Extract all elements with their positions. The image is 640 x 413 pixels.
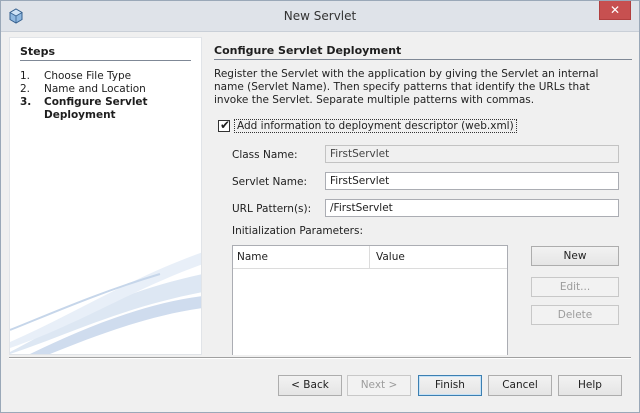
finish-button[interactable]: Finish: [418, 375, 482, 396]
column-header-name[interactable]: Name: [237, 251, 268, 263]
title-bar[interactable]: New Servlet ✕: [1, 1, 639, 32]
table-header: Name Value: [233, 246, 507, 269]
description-text: Register the Servlet with the applicatio…: [214, 68, 599, 106]
window-title: New Servlet: [283, 9, 357, 23]
class-name-label: Class Name:: [232, 149, 298, 161]
url-pattern-field[interactable]: /FirstServlet: [325, 199, 619, 217]
steps-panel: Steps 1. Choose File Type 2. Name and Lo…: [9, 37, 202, 355]
decorative-swoosh-graphic: [10, 252, 201, 354]
new-servlet-dialog: New Servlet ✕ Steps 1. Choose File Type …: [0, 0, 640, 413]
checkbox-label[interactable]: Add information to deployment descriptor…: [234, 119, 517, 133]
class-name-field: FirstServlet: [325, 145, 619, 163]
servlet-name-label: Servlet Name:: [232, 176, 308, 188]
back-button[interactable]: < Back: [278, 375, 342, 396]
column-divider: [369, 246, 370, 268]
help-button[interactable]: Help: [558, 375, 622, 396]
step-number: 3.: [20, 96, 32, 108]
section-title: Configure Servlet Deployment: [214, 44, 402, 57]
configuration-panel: Configure Servlet Deployment Register th…: [204, 37, 632, 355]
close-button[interactable]: ✕: [599, 1, 631, 20]
step-label: Name and Location: [44, 83, 146, 95]
url-pattern-label: URL Pattern(s):: [232, 203, 312, 215]
servlet-name-field[interactable]: FirstServlet: [325, 172, 619, 190]
footer-divider-highlight: [9, 358, 631, 359]
checkmark-icon: ✔: [220, 118, 231, 132]
step-label: Choose File Type: [44, 70, 132, 82]
next-button[interactable]: Next >: [347, 375, 411, 396]
init-params-label: Initialization Parameters:: [232, 225, 364, 237]
edit-param-button[interactable]: Edit...: [531, 277, 619, 297]
step-number: 2.: [20, 83, 31, 95]
new-param-button[interactable]: New: [531, 246, 619, 266]
cancel-button[interactable]: Cancel: [488, 375, 552, 396]
close-icon: ✕: [609, 3, 621, 17]
steps-divider: [20, 60, 191, 61]
steps-title: Steps: [20, 45, 56, 58]
delete-param-button[interactable]: Delete: [531, 305, 619, 325]
step-label: Configure Servlet Deployment: [44, 96, 148, 121]
init-params-table[interactable]: Name Value: [232, 245, 508, 355]
section-divider: [214, 59, 632, 60]
step-number: 1.: [20, 70, 31, 82]
deployment-descriptor-checkbox[interactable]: ✔: [218, 118, 231, 132]
column-header-value[interactable]: Value: [376, 251, 405, 263]
